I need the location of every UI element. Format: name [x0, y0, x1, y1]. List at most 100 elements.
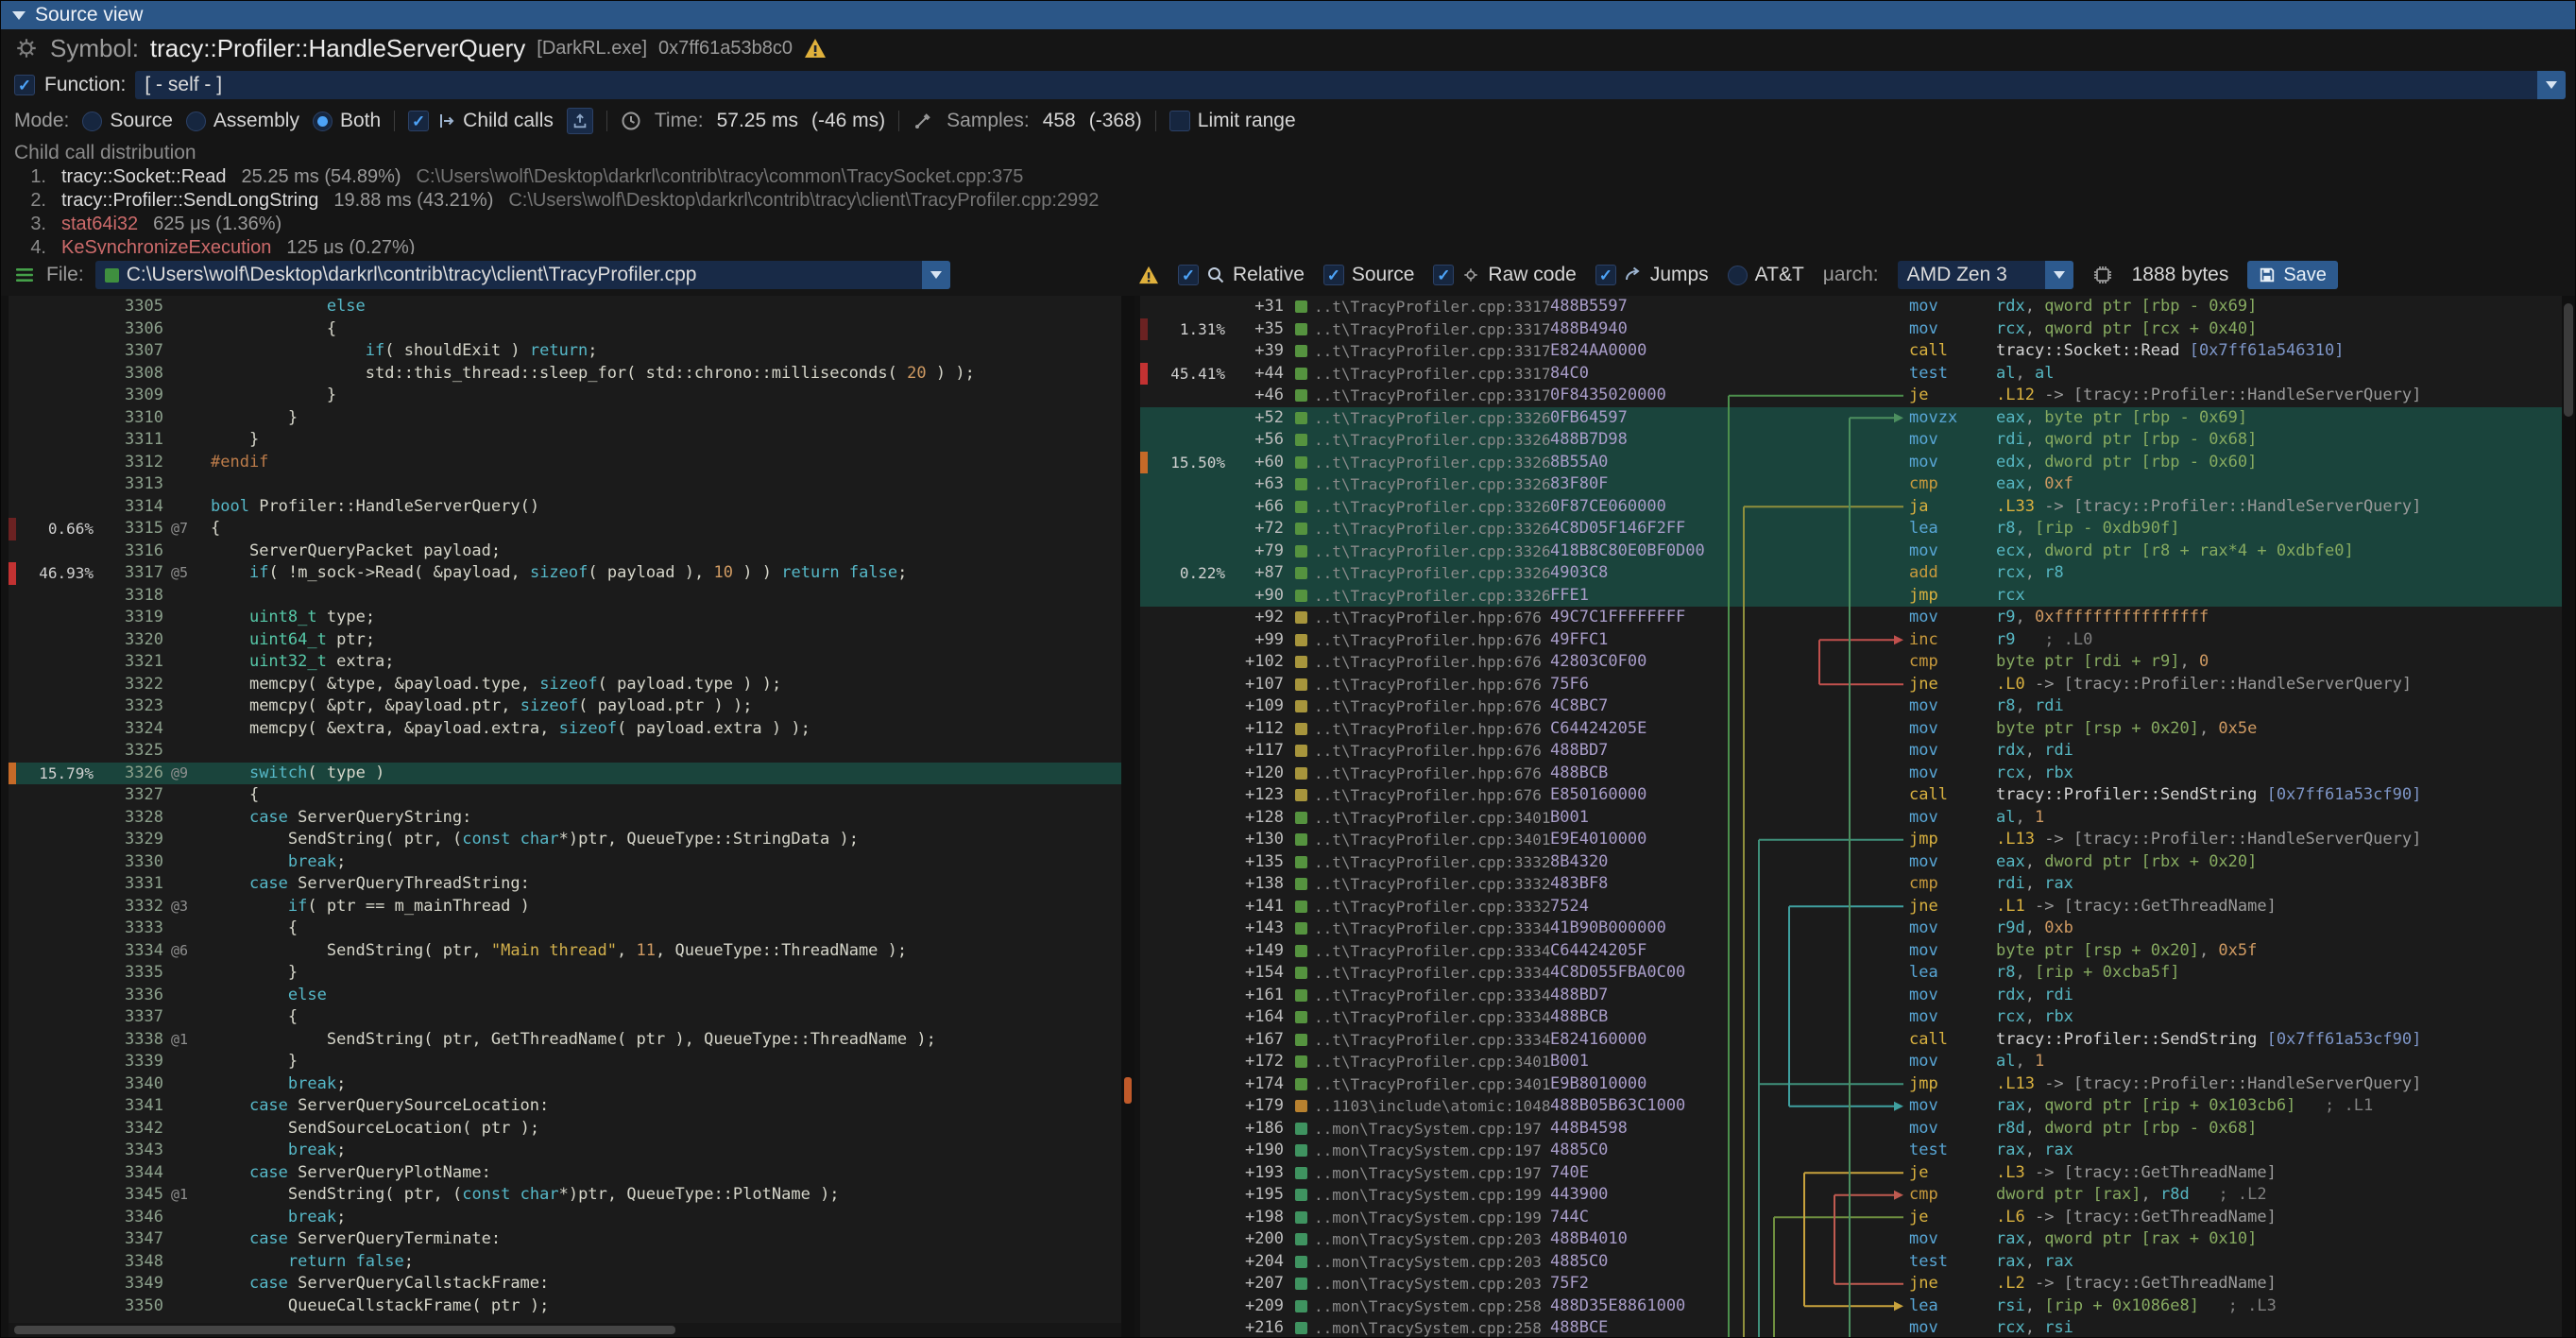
- asm-row[interactable]: +200..mon\TracySystem.cpp:203488B4010mov…: [1140, 1228, 2562, 1251]
- asm-row[interactable]: +167..t\TracyProfiler.cpp:3334E824160000…: [1140, 1029, 2562, 1052]
- asm-row[interactable]: +190..mon\TracySystem.cpp:1974885C0testr…: [1140, 1140, 2562, 1162]
- child-call-entry[interactable]: 4.KeSynchronizeExecution125 μs (0.27%): [14, 236, 2575, 254]
- source-checkbox[interactable]: Source: [1323, 264, 1415, 286]
- source-line[interactable]: 3349 case ServerQueryCallstackFrame:: [9, 1273, 1121, 1295]
- source-line[interactable]: 3333 {: [9, 918, 1121, 940]
- mode-radio-assembly[interactable]: Assembly: [186, 110, 299, 132]
- source-line[interactable]: 3320 uint64_t ptr;: [9, 629, 1121, 652]
- source-line[interactable]: 3312#endif: [9, 452, 1121, 474]
- asm-row[interactable]: +186..mon\TracySystem.cpp:197448B4598mov…: [1140, 1118, 2562, 1141]
- asm-row[interactable]: +79..t\TracyProfiler.cpp:3326418B8C80E0B…: [1140, 540, 2562, 563]
- source-line[interactable]: 3340 break;: [9, 1073, 1121, 1096]
- source-line[interactable]: 3330 break;: [9, 851, 1121, 874]
- asm-row[interactable]: +128..t\TracyProfiler.cpp:3401B001moval,…: [1140, 807, 2562, 830]
- source-hscrollbar[interactable]: [9, 1323, 1121, 1337]
- source-line[interactable]: 3348 return false;: [9, 1251, 1121, 1274]
- source-line[interactable]: 3342 SendSourceLocation( ptr );: [9, 1118, 1121, 1141]
- source-line[interactable]: 3323 memcpy( &ptr, &payload.ptr, sizeof(…: [9, 695, 1121, 718]
- asm-row[interactable]: +161..t\TracyProfiler.cpp:3334488BD7movr…: [1140, 985, 2562, 1007]
- source-line[interactable]: 3310 }: [9, 407, 1121, 430]
- source-line[interactable]: 3307 if( shouldExit ) return;: [9, 340, 1121, 363]
- asm-row[interactable]: +107..t\TracyProfiler.hpp:67675F6jne.L0 …: [1140, 674, 2562, 696]
- mode-radio-source[interactable]: Source: [82, 110, 173, 132]
- child-call-entry[interactable]: 3.stat64i32625 μs (1.36%): [14, 213, 2575, 236]
- asm-row[interactable]: +39..t\TracyProfiler.cpp:3317E824AA0000c…: [1140, 340, 2562, 363]
- source-line[interactable]: 3313: [9, 473, 1121, 496]
- scrollbar-thumb[interactable]: [2564, 303, 2573, 417]
- source-line[interactable]: 3308 std::this_thread::sleep_for( std::c…: [9, 363, 1121, 386]
- source-line[interactable]: 3343 break;: [9, 1140, 1121, 1162]
- source-line[interactable]: 3321 uint32_t extra;: [9, 651, 1121, 674]
- source-line[interactable]: 3327 {: [9, 784, 1121, 807]
- asm-row[interactable]: +66..t\TracyProfiler.cpp:33260F87CE06000…: [1140, 496, 2562, 519]
- asm-row[interactable]: +31..t\TracyProfiler.cpp:3317488B5597mov…: [1140, 296, 2562, 318]
- file-combo[interactable]: C:\Users\wolf\Desktop\darkrl\contrib\tra…: [95, 261, 950, 289]
- asm-row[interactable]: +198..mon\TracySystem.cpp:199744Cje.L6 -…: [1140, 1207, 2562, 1229]
- asm-vscrollbar[interactable]: [2562, 296, 2575, 1337]
- source-line[interactable]: 3314bool Profiler::HandleServerQuery(): [9, 496, 1121, 519]
- asm-row[interactable]: +179..1103\include\atomic:1048488B05B63C…: [1140, 1095, 2562, 1118]
- title-bar[interactable]: Source view: [1, 1, 2575, 29]
- source-line[interactable]: 46.93%3317@5 if( !m_sock->Read( &payload…: [9, 562, 1121, 585]
- source-line[interactable]: 3324 memcpy( &extra, &payload.extra, siz…: [9, 718, 1121, 741]
- chevron-down-icon[interactable]: [2045, 261, 2073, 289]
- asm-row[interactable]: +117..t\TracyProfiler.hpp:676488BD7movrd…: [1140, 740, 2562, 763]
- source-line[interactable]: 3336 else: [9, 985, 1121, 1007]
- source-line[interactable]: 3328 case ServerQueryString:: [9, 807, 1121, 830]
- source-line[interactable]: 3339 }: [9, 1051, 1121, 1073]
- asm-row[interactable]: +112..t\TracyProfiler.hpp:676C64424205Em…: [1140, 718, 2562, 741]
- chevron-down-icon[interactable]: [2537, 71, 2566, 99]
- asm-row[interactable]: +123..t\TracyProfiler.hpp:676E850160000c…: [1140, 784, 2562, 807]
- child-call-entry[interactable]: 1.tracy::Socket::Read25.25 ms (54.89%)C:…: [14, 165, 2575, 189]
- scrollbar-thumb[interactable]: [14, 1326, 675, 1334]
- uarch-combo[interactable]: AMD Zen 3: [1898, 261, 2073, 289]
- propagate-inlines-button[interactable]: [567, 108, 593, 134]
- source-line[interactable]: 3311 }: [9, 429, 1121, 452]
- source-line[interactable]: 3325: [9, 740, 1121, 763]
- asm-row[interactable]: 45.41%+44..t\TracyProfiler.cpp:331784C0t…: [1140, 363, 2562, 386]
- asm-row[interactable]: +143..t\TracyProfiler.cpp:333441B90B0000…: [1140, 918, 2562, 940]
- asm-row[interactable]: +195..mon\TracySystem.cpp:199443900cmpdw…: [1140, 1184, 2562, 1207]
- asm-row[interactable]: +141..t\TracyProfiler.cpp:33327524jne.L1…: [1140, 896, 2562, 918]
- source-line[interactable]: 3319 uint8_t type;: [9, 607, 1121, 629]
- source-line[interactable]: 0.66%3315@7{: [9, 518, 1121, 540]
- collapse-icon[interactable]: [12, 11, 26, 20]
- asm-row[interactable]: +92..t\TracyProfiler.hpp:67649C7C1FFFFFF…: [1140, 607, 2562, 629]
- relative-checkbox[interactable]: Relative: [1178, 264, 1305, 286]
- source-line[interactable]: 15.79%3326@9 switch( type ): [9, 763, 1121, 785]
- function-combo[interactable]: [ - self - ]: [135, 71, 2566, 99]
- source-line[interactable]: 3334@6 SendString( ptr, "Main thread", 1…: [9, 940, 1121, 963]
- asm-row[interactable]: 0.22%+87..t\TracyProfiler.cpp:33264903C8…: [1140, 562, 2562, 585]
- child-calls-checkbox[interactable]: Child calls: [408, 110, 554, 132]
- asm-row[interactable]: +209..mon\TracySystem.cpp:258488D35E8861…: [1140, 1295, 2562, 1318]
- chevron-down-icon[interactable]: [922, 261, 950, 289]
- jumps-checkbox[interactable]: Jumps: [1595, 264, 1709, 286]
- asm-row[interactable]: +164..t\TracyProfiler.cpp:3334488BCBmovr…: [1140, 1006, 2562, 1029]
- source-line[interactable]: 3346 break;: [9, 1207, 1121, 1229]
- source-line[interactable]: 3309 }: [9, 385, 1121, 407]
- asm-row[interactable]: +120..t\TracyProfiler.hpp:676488BCBmovrc…: [1140, 763, 2562, 785]
- mode-radio-both[interactable]: Both: [313, 110, 381, 132]
- asm-row[interactable]: 1.31%+35..t\TracyProfiler.cpp:3317488B49…: [1140, 318, 2562, 341]
- asm-row[interactable]: +56..t\TracyProfiler.cpp:3326488B7D98mov…: [1140, 429, 2562, 452]
- source-line[interactable]: 3329 SendString( ptr, (const char*)ptr, …: [9, 829, 1121, 851]
- source-line[interactable]: 3306 {: [9, 318, 1121, 341]
- save-button[interactable]: Save: [2247, 261, 2338, 289]
- source-line[interactable]: 3318: [9, 585, 1121, 608]
- asm-row[interactable]: +149..t\TracyProfiler.cpp:3334C64424205F…: [1140, 940, 2562, 963]
- source-line[interactable]: 3344 case ServerQueryPlotName:: [9, 1162, 1121, 1185]
- asm-row[interactable]: +135..t\TracyProfiler.cpp:33328B4320move…: [1140, 851, 2562, 874]
- source-line[interactable]: 3305 else: [9, 296, 1121, 318]
- source-line[interactable]: 3322 memcpy( &type, &payload.type, sizeo…: [9, 674, 1121, 696]
- source-line[interactable]: 3347 case ServerQueryTerminate:: [9, 1228, 1121, 1251]
- asm-row[interactable]: +102..t\TracyProfiler.hpp:67642803C0F00c…: [1140, 651, 2562, 674]
- asm-row[interactable]: 15.50%+60..t\TracyProfiler.cpp:33268B55A…: [1140, 452, 2562, 474]
- asm-row[interactable]: +109..t\TracyProfiler.hpp:6764C8BC7movr8…: [1140, 695, 2562, 718]
- asm-row[interactable]: +204..mon\TracySystem.cpp:2034885C0testr…: [1140, 1251, 2562, 1274]
- source-line[interactable]: 3341 case ServerQuerySourceLocation:: [9, 1095, 1121, 1118]
- asm-row[interactable]: +46..t\TracyProfiler.cpp:33170F843502000…: [1140, 385, 2562, 407]
- source-line[interactable]: 3345@1 SendString( ptr, (const char*)ptr…: [9, 1184, 1121, 1207]
- source-line[interactable]: 3337 {: [9, 1006, 1121, 1029]
- asm-row[interactable]: +72..t\TracyProfiler.cpp:33264C8D05F146F…: [1140, 518, 2562, 540]
- asm-row[interactable]: +174..t\TracyProfiler.cpp:3401E9B8010000…: [1140, 1073, 2562, 1096]
